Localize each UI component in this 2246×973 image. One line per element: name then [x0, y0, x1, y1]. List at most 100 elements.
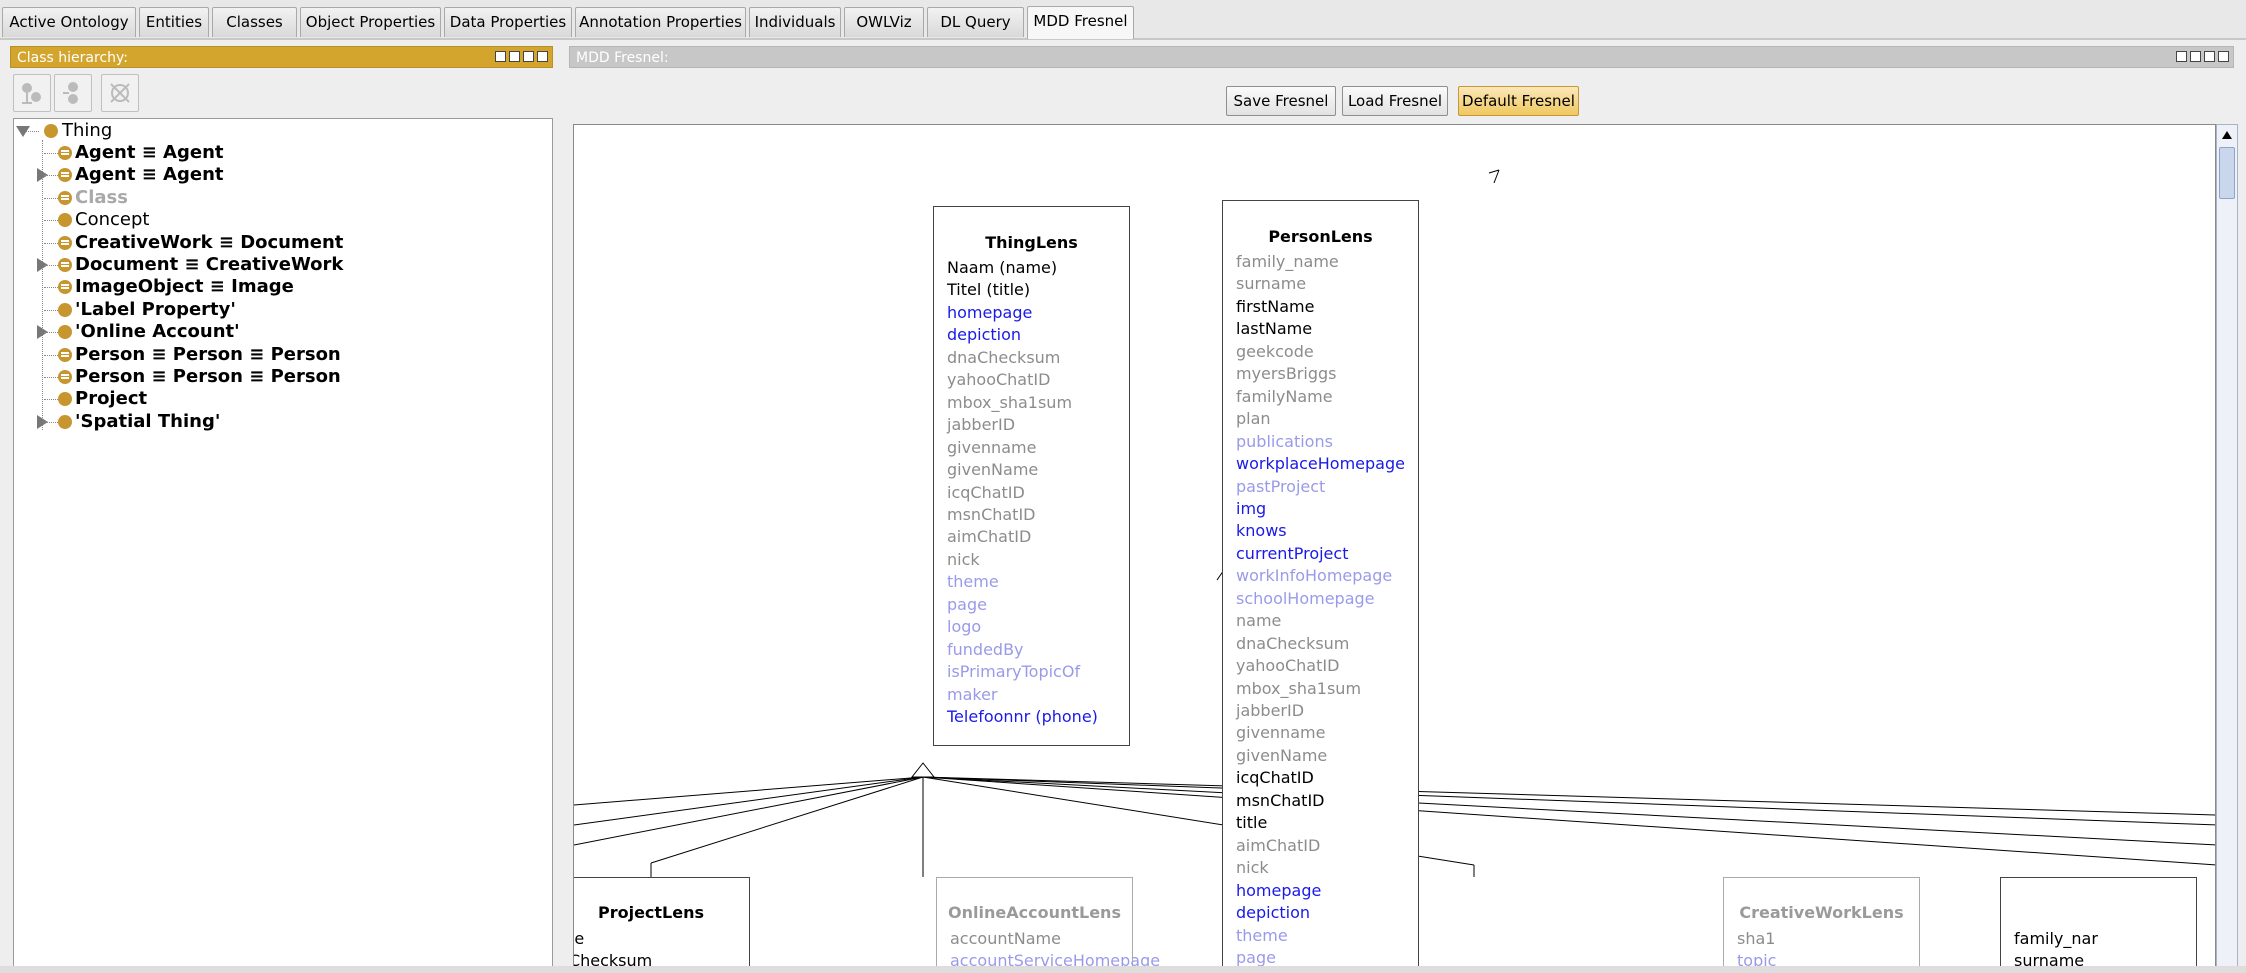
tab-object-properties[interactable]: Object Properties	[300, 7, 441, 37]
lens-property[interactable]: knows	[1236, 521, 1287, 541]
maximize-icon[interactable]	[2204, 51, 2215, 62]
tree-node[interactable]: Person ≡ Person ≡ Person	[75, 344, 341, 366]
add-subclass-button[interactable]	[13, 74, 51, 112]
lens-property[interactable]: homepage	[1236, 881, 1321, 901]
lens-property[interactable]: msnChatID	[947, 505, 1036, 525]
tab-entities[interactable]: Entities	[139, 7, 209, 37]
load-fresnel-button[interactable]: Load Fresnel	[1342, 86, 1448, 116]
lens-property[interactable]: depiction	[1236, 903, 1310, 923]
lens-property[interactable]: publications	[1236, 432, 1333, 452]
minimize-icon[interactable]	[509, 51, 520, 62]
lens-property[interactable]: yahooChatID	[947, 370, 1050, 390]
tab-data-properties[interactable]: Data Properties	[444, 7, 572, 37]
lens-property[interactable]: dnaChecksum	[947, 348, 1060, 368]
thing-lens-box[interactable]: ThingLens Naam (name) Titel (title) homepa…	[933, 206, 1130, 746]
lens-property[interactable]: familyName	[1236, 387, 1333, 407]
lens-property[interactable]: page	[947, 595, 987, 615]
scroll-thumb[interactable]	[2219, 147, 2235, 199]
person-lens-box[interactable]: PersonLens family_name surname firstName la…	[1222, 200, 1419, 972]
lens-property[interactable]: theme	[1236, 926, 1288, 946]
lens-property[interactable]: aimChatID	[1236, 836, 1320, 856]
lens-property[interactable]: workInfoHomepage	[1236, 566, 1392, 586]
lens-property[interactable]: currentProject	[1236, 544, 1348, 564]
lens-property[interactable]: fundedBy	[947, 640, 1024, 660]
lens-property[interactable]: givenname	[1236, 723, 1325, 743]
lens-property[interactable]: name	[1236, 611, 1281, 631]
scroll-up-icon[interactable]	[2222, 131, 2232, 139]
lens-property[interactable]: img	[1236, 499, 1266, 519]
lens-property[interactable]: Telefoonnr (phone)	[947, 707, 1098, 727]
lens-property[interactable]: ame	[574, 929, 584, 949]
lens-property[interactable]: givenName	[947, 460, 1038, 480]
lens-property[interactable]: mbox_sha1sum	[1236, 679, 1361, 699]
lens-property[interactable]: Titel (title)	[947, 280, 1030, 300]
delete-class-button[interactable]	[101, 74, 139, 112]
tree-node[interactable]: 'Spatial Thing'	[75, 411, 220, 433]
lens-property[interactable]: dnaChecksum	[1236, 634, 1349, 654]
lens-property[interactable]: logo	[947, 617, 981, 637]
lens-property[interactable]: sha1	[1737, 929, 1775, 949]
dock-icon[interactable]	[2176, 51, 2187, 62]
lens-property[interactable]: lastName	[1236, 319, 1312, 339]
tree-node[interactable]: Agent ≡ Agent	[75, 142, 224, 164]
lens-property[interactable]: accountName	[950, 929, 1061, 949]
tab-classes[interactable]: Classes	[212, 7, 297, 37]
close-icon[interactable]	[537, 51, 548, 62]
lens-property[interactable]: title	[1236, 813, 1267, 833]
fresnel-diagram-canvas[interactable]: ThingLens Naam (name) Titel (title) homepa…	[573, 124, 2216, 973]
lens-property[interactable]: mbox_sha1sum	[947, 393, 1072, 413]
tree-node[interactable]: Project	[75, 388, 147, 410]
lens-property[interactable]: family_name	[1236, 252, 1339, 272]
tree-node[interactable]: Document ≡ CreativeWork	[75, 254, 343, 276]
lens-property[interactable]: geekcode	[1236, 342, 1314, 362]
partial-lens-box[interactable]: family_nar surname	[2000, 877, 2197, 972]
lens-property[interactable]: givenName	[1236, 746, 1327, 766]
lens-property[interactable]: givenname	[947, 438, 1036, 458]
tree-node[interactable]: 'Online Account'	[75, 321, 240, 343]
lens-property[interactable]: msnChatID	[1236, 791, 1325, 811]
tab-owlviz[interactable]: OWLViz	[844, 7, 924, 37]
lens-property[interactable]: surname	[1236, 274, 1306, 294]
lens-property[interactable]: icqChatID	[1236, 768, 1314, 788]
tree-node[interactable]: ImageObject ≡ Image	[75, 276, 294, 298]
tab-dl-query[interactable]: DL Query	[927, 7, 1024, 37]
minimize-icon[interactable]	[2190, 51, 2201, 62]
tab-active-ontology[interactable]: Active Ontology	[2, 7, 136, 37]
lens-property[interactable]: schoolHomepage	[1236, 589, 1375, 609]
lens-property[interactable]: Naam (name)	[947, 258, 1057, 278]
creative-work-lens-box[interactable]: CreativeWorkLens sha1 topic	[1723, 877, 1920, 972]
tab-individuals[interactable]: Individuals	[749, 7, 841, 37]
default-fresnel-button[interactable]: Default Fresnel	[1458, 86, 1579, 116]
tab-annotation-properties[interactable]: Annotation Properties	[575, 7, 746, 37]
dock-icon[interactable]	[495, 51, 506, 62]
lens-property[interactable]: page	[1236, 948, 1276, 968]
lens-property[interactable]: workplaceHomepage	[1236, 454, 1405, 474]
lens-property[interactable]: isPrimaryTopicOf	[947, 662, 1080, 682]
online-account-lens-box[interactable]: OnlineAccountLens accountName accountServ…	[936, 877, 1160, 972]
lens-property[interactable]: myersBriggs	[1236, 364, 1336, 384]
lens-property[interactable]: plan	[1236, 409, 1271, 429]
class-tree[interactable]: Thing Agent ≡ Agent Agent ≡ Agent Class Con…	[13, 118, 553, 973]
tree-node[interactable]: 'Label Property'	[75, 299, 236, 321]
lens-property[interactable]: nick	[947, 550, 980, 570]
tab-mdd-fresnel[interactable]: MDD Fresnel	[1027, 6, 1134, 39]
save-fresnel-button[interactable]: Save Fresnel	[1226, 86, 1336, 116]
tree-node[interactable]: Person ≡ Person ≡ Person	[75, 366, 341, 388]
lens-property[interactable]: jabberID	[947, 415, 1015, 435]
tree-node[interactable]: Class	[75, 187, 128, 209]
tree-node-thing[interactable]: Thing	[62, 120, 112, 142]
lens-property[interactable]: jabberID	[1236, 701, 1304, 721]
project-lens-box[interactable]: ProjectLens amenaChecksum	[574, 877, 750, 972]
close-icon[interactable]	[2218, 51, 2229, 62]
lens-property[interactable]: pastProject	[1236, 477, 1325, 497]
lens-property[interactable]: firstName	[1236, 297, 1314, 317]
add-sibling-button[interactable]	[54, 74, 92, 112]
lens-property[interactable]: theme	[947, 572, 999, 592]
tree-node[interactable]: Concept	[75, 209, 149, 231]
lens-property[interactable]: icqChatID	[947, 483, 1025, 503]
lens-property[interactable]: family_nar	[2014, 929, 2098, 949]
lens-property[interactable]: depiction	[947, 325, 1021, 345]
lens-property[interactable]: homepage	[947, 303, 1032, 323]
tree-node[interactable]: Agent ≡ Agent	[75, 164, 224, 186]
lens-property[interactable]: maker	[947, 685, 998, 705]
